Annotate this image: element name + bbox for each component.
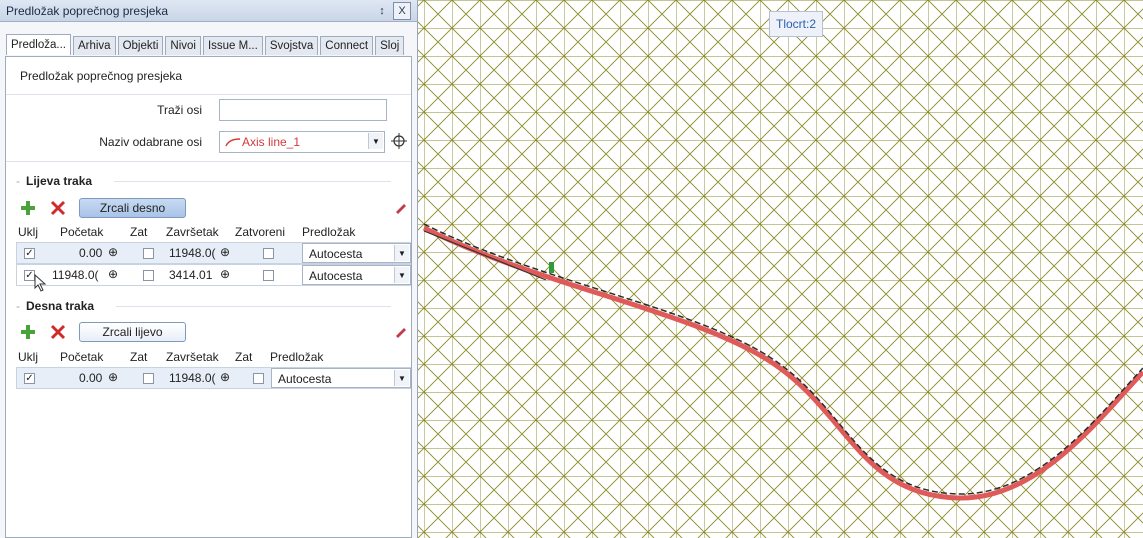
closed-start-checkbox[interactable]	[143, 248, 154, 259]
right-lane-title: Desna traka	[16, 299, 94, 313]
mouse-cursor-icon	[34, 274, 47, 292]
axis-name-label: Naziv odabrane osi	[99, 135, 202, 149]
pin-icon[interactable]: ↕	[374, 3, 390, 19]
tab-arhiva[interactable]: Arhiva	[72, 36, 116, 55]
tab-objekti[interactable]: Objekti	[117, 36, 164, 55]
panel-title: Predložak poprečnog presjeka	[6, 3, 169, 18]
divider	[6, 161, 411, 162]
col-header: Uklj	[18, 225, 38, 239]
viewport-title[interactable]: Tlocrt:2	[769, 11, 823, 37]
chevron-down-icon[interactable]: ▼	[394, 245, 409, 261]
panel-content: Predložak poprečnog presjeka Traži osi N…	[5, 56, 412, 538]
left-lane-title: Lijeva traka	[16, 174, 92, 188]
cross-section-panel: Predložak poprečnog presjeka ↕ X Predlož…	[0, 0, 418, 538]
tab-connect[interactable]: Connect	[320, 36, 374, 55]
col-header: Završetak	[166, 350, 219, 364]
plan-canvas[interactable]	[418, 0, 1143, 538]
col-header: Zatvoreni	[235, 225, 286, 239]
search-axis-label: Traži osi	[157, 103, 202, 117]
col-header: Zat	[130, 225, 148, 239]
col-header: Zat	[235, 350, 253, 364]
pick-end-icon[interactable]: ⊕	[220, 245, 230, 259]
add-icon[interactable]	[20, 324, 36, 340]
table-row[interactable]: ✓ 0.00 ⊕ 11948.0( ⊕ Autocesta ▼	[16, 367, 411, 389]
col-header: Završetak	[166, 225, 219, 239]
tab-sloj[interactable]: Sloj	[375, 36, 405, 55]
divider	[116, 306, 391, 307]
pencil-icon[interactable]	[394, 200, 408, 214]
end-value[interactable]: 11948.0(	[169, 371, 215, 385]
closed-end-checkbox[interactable]	[263, 248, 274, 259]
end-value[interactable]: 3414.01	[169, 268, 212, 282]
start-value[interactable]: 11948.0(	[52, 268, 98, 282]
add-icon[interactable]	[20, 200, 36, 216]
tab-svojstva[interactable]: Svojstva	[264, 36, 319, 55]
delete-icon[interactable]	[50, 324, 66, 340]
closed-end-checkbox[interactable]	[253, 373, 264, 384]
template-select-value: Autocesta	[309, 269, 363, 283]
table-row[interactable]: ✓ 0.00 ⊕ 11948.0( ⊕ Autocesta ▼	[16, 242, 411, 264]
closed-start-checkbox[interactable]	[143, 373, 154, 384]
divider	[6, 94, 411, 95]
tab-nivoi[interactable]: Nivoi	[165, 36, 201, 55]
template-select-value: Autocesta	[278, 372, 332, 386]
plan-viewport[interactable]: Tlocrt:2	[418, 0, 1143, 538]
search-axis-input[interactable]	[219, 99, 387, 121]
start-value[interactable]: 0.00	[79, 246, 102, 260]
col-header: Predložak	[302, 225, 356, 239]
mirror-right-button[interactable]: Zrcali desno	[79, 198, 186, 218]
col-header: Početak	[60, 225, 104, 239]
axis-select[interactable]: Axis line_1 ▼	[219, 131, 385, 153]
col-header: Uklj	[18, 350, 38, 364]
table-row[interactable]: ✓ 11948.0( ⊕ 3414.01 ⊕ Autocesta ▼	[16, 264, 411, 286]
pick-end-icon[interactable]: ⊕	[220, 370, 230, 384]
pick-axis-icon[interactable]	[391, 133, 407, 149]
end-value[interactable]: 11948.0(	[169, 246, 215, 260]
col-header: Početak	[60, 350, 104, 364]
axis-line-icon	[225, 138, 241, 147]
closed-end-checkbox[interactable]	[263, 270, 274, 281]
pick-start-icon[interactable]: ⊕	[108, 370, 118, 384]
chevron-down-icon[interactable]: ▼	[394, 267, 409, 283]
template-select[interactable]: Autocesta ▼	[302, 265, 411, 285]
tab-issue-manager[interactable]: Issue M...	[202, 36, 263, 55]
col-header: Predložak	[270, 350, 324, 364]
include-checkbox[interactable]: ✓	[24, 373, 35, 384]
start-value[interactable]: 0.00	[79, 371, 102, 385]
template-select[interactable]: Autocesta ▼	[271, 368, 411, 388]
template-select-value: Autocesta	[309, 247, 363, 261]
tab-predlozak[interactable]: Predloža...	[6, 34, 71, 55]
template-select[interactable]: Autocesta ▼	[302, 243, 411, 263]
pick-start-icon[interactable]: ⊕	[108, 245, 118, 259]
mirror-left-button[interactable]: Zrcali lijevo	[79, 322, 186, 342]
divider	[114, 181, 391, 182]
axis-select-value: Axis line_1	[242, 135, 301, 149]
chevron-down-icon[interactable]: ▼	[394, 370, 409, 386]
include-checkbox[interactable]: ✓	[24, 248, 35, 259]
pencil-icon[interactable]	[394, 324, 408, 338]
chevron-down-icon[interactable]: ▼	[368, 133, 383, 149]
start-marker-icon	[549, 262, 554, 273]
pick-start-icon[interactable]: ⊕	[108, 267, 118, 281]
delete-icon[interactable]	[50, 200, 66, 216]
close-icon[interactable]: X	[393, 1, 411, 20]
col-header: Zat	[130, 350, 148, 364]
section-heading: Predložak poprečnog presjeka	[20, 69, 183, 83]
pick-end-icon[interactable]: ⊕	[220, 267, 230, 281]
panel-tabs: Predloža... Arhiva Objekti Nivoi Issue M…	[6, 34, 411, 55]
closed-start-checkbox[interactable]	[143, 270, 154, 281]
panel-titlebar: Predložak poprečnog presjeka ↕ X	[0, 0, 417, 22]
